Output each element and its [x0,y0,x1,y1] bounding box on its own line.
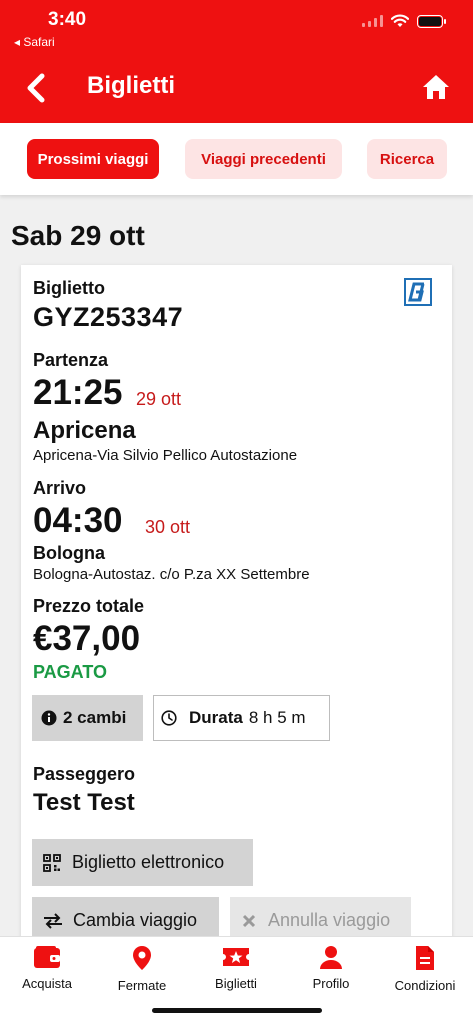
arrival-date: 30 ott [145,517,191,537]
top-bar: 3:40 ◂ Safari Biglietti [0,0,473,123]
operator-logo-icon [404,278,432,306]
arrival-city: Bologna [33,543,105,563]
ticket-code: GYZ253347 [33,302,184,332]
date-header: Sab 29 ott [11,220,145,251]
arrival-time: 04:30 [33,501,123,540]
payment-status-badge: PAGATO [33,662,108,682]
eticket-button[interactable]: Biglietto elettronico [32,839,253,886]
trip-tabs: Prossimi viaggi Viaggi precedenti Ricerc… [0,123,473,195]
bottom-tab-label: Acquista [22,976,72,991]
map-pin-icon [133,946,151,970]
battery-icon [417,14,446,28]
home-icon[interactable] [421,73,451,101]
page-title: Biglietti [87,72,175,99]
ticket-label: Biglietto [33,278,105,298]
bottom-tab-biglietti[interactable]: Biglietti [196,945,276,991]
duration-label: Durata [189,708,243,727]
bottom-tab-label: Biglietti [215,976,257,991]
signal-icon [362,15,383,27]
bottom-tab-label: Condizioni [394,978,456,993]
tab-upcoming-trips[interactable]: Prossimi viaggi [27,139,159,179]
close-icon [242,914,256,927]
total-price: €37,00 [33,619,141,658]
changes-count: 2 cambi [63,708,127,727]
chevron-left-icon[interactable] [22,70,52,106]
eticket-label: Biglietto elettronico [72,852,225,872]
bottom-tab-acquista[interactable]: Acquista [7,945,87,991]
price-label: Prezzo totale [33,596,145,616]
departure-time: 21:25 [33,373,123,412]
back-to-safari[interactable]: ◂ Safari [14,35,55,49]
departure-label: Partenza [33,350,109,370]
status-icons [362,14,446,28]
passenger-label: Passeggero [33,764,136,784]
tab-past-trips[interactable]: Viaggi precedenti [185,139,342,179]
departure-city: Apricena [33,417,136,444]
ticket-icon [223,948,249,966]
document-icon [416,946,434,970]
clock-icon [161,710,177,726]
bottom-tab-condizioni[interactable]: Condizioni [385,945,465,993]
wifi-icon [391,14,409,27]
passenger-name: Test Test [33,789,135,816]
cancel-trip-label: Annulla viaggio [268,910,391,930]
tab-search[interactable]: Ricerca [367,139,447,179]
swap-icon [44,912,62,929]
wallet-icon [34,946,60,968]
duration-chip: Durata 8 h 5 m [153,695,330,741]
arrival-stop: Bologna-Autostaz. c/o P.za XX Settembre [33,566,310,583]
qr-code-icon [43,853,61,872]
home-indicator [152,1008,322,1013]
bottom-tab-label: Profilo [312,976,350,991]
bottom-tab-label: Fermate [117,978,167,993]
change-trip-label: Cambia viaggio [73,910,198,930]
duration-value: 8 h 5 m [248,708,306,727]
user-icon [320,946,342,969]
departure-stop: Apricena-Via Silvio Pellico Autostazione [33,447,298,464]
info-icon [41,710,57,726]
changes-chip[interactable]: 2 cambi [32,695,143,741]
status-time: 3:40 [48,9,87,30]
bottom-tab-profilo[interactable]: Profilo [291,945,371,991]
ticket-card: Biglietto GYZ253347 Partenza 21:25 29 ot… [21,265,452,965]
bottom-tab-fermate[interactable]: Fermate [102,945,182,993]
departure-date: 29 ott [136,389,182,409]
arrival-label: Arrivo [33,478,87,498]
